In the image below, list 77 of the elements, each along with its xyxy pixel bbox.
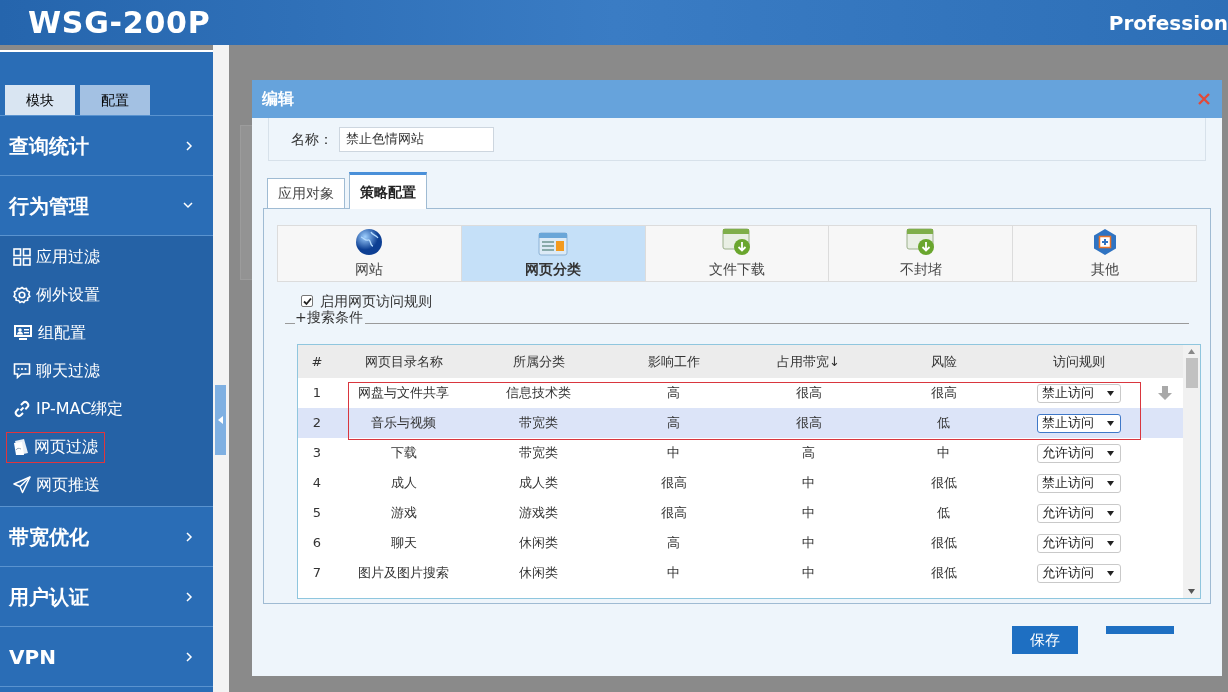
table-cell-text: 高 bbox=[801, 444, 816, 463]
table-cell-text: 5 bbox=[311, 504, 323, 523]
table-cell-text: 很高 bbox=[659, 504, 688, 523]
table-cell-text: 中 bbox=[666, 564, 681, 583]
table-cell-text: 低 bbox=[936, 414, 951, 433]
table-cell-text: 很高 bbox=[794, 384, 823, 403]
table-cell-text: 带宽类 bbox=[518, 444, 559, 463]
table-cell-text: 高 bbox=[666, 384, 681, 403]
rule-dropdown[interactable]: 允许访问 bbox=[1036, 563, 1121, 583]
column-header: 所属分类 bbox=[511, 352, 566, 371]
section-legend[interactable]: +搜索条件 bbox=[295, 309, 365, 325]
table-cell-text: 下载 bbox=[389, 444, 418, 463]
sidebar-tab[interactable]: 模块 bbox=[5, 85, 75, 115]
field-label: 名称： bbox=[291, 129, 333, 149]
table-cell-text: 很低 bbox=[929, 534, 958, 553]
table-cell-text: 中 bbox=[936, 444, 951, 463]
rule-dropdown[interactable]: 允许访问 bbox=[1036, 443, 1121, 463]
table-cell-text: 中 bbox=[666, 444, 681, 463]
column-header: 影响工作 bbox=[646, 352, 701, 371]
name-field[interactable]: 禁止色情网站 bbox=[339, 126, 494, 152]
dialog-title: 编辑 bbox=[262, 88, 294, 110]
product-title: WSG-200P bbox=[27, 4, 211, 42]
table-cell-text: 图片及图片搜索 bbox=[357, 564, 450, 583]
table-cell-text: 游戏类 bbox=[518, 504, 559, 523]
rule-dropdown[interactable]: 禁止访问 bbox=[1036, 383, 1121, 403]
table-cell-text: 很高 bbox=[929, 384, 958, 403]
table-cell-text: 很高 bbox=[794, 414, 823, 433]
table-cell-text: 休闲类 bbox=[518, 534, 559, 553]
table-cell-text: 中 bbox=[801, 564, 816, 583]
table-cell-text: 3 bbox=[311, 444, 323, 463]
table-cell-text: 游戏 bbox=[389, 504, 418, 523]
rule-dropdown[interactable]: 禁止访问 bbox=[1036, 413, 1121, 433]
column-header: 占用带宽↓ bbox=[776, 352, 841, 371]
submenu-item[interactable]: 网页推送 bbox=[6, 469, 107, 501]
column-header: 访问规则 bbox=[1051, 352, 1106, 371]
rule-dropdown[interactable]: 允许访问 bbox=[1036, 503, 1121, 523]
submenu-item[interactable]: 聊天过滤 bbox=[6, 355, 107, 387]
column-header: # bbox=[310, 352, 324, 371]
rule-dropdown[interactable]: 允许访问 bbox=[1036, 533, 1121, 553]
table-cell-text: 很高 bbox=[659, 474, 688, 493]
table-cell-text: 音乐与视频 bbox=[370, 414, 437, 433]
submenu-item[interactable]: IP-MAC绑定 bbox=[6, 393, 131, 425]
submenu-item[interactable]: 例外设置 bbox=[6, 279, 107, 311]
table-cell-text: 6 bbox=[311, 534, 323, 553]
table-cell-text: 4 bbox=[311, 474, 323, 493]
table-row[interactable]: 2 音乐与视频 带宽类 高 很高 低 禁止访问 bbox=[298, 408, 1183, 438]
dialog-tab[interactable]: 应用对象 bbox=[267, 178, 345, 208]
table-cell-text: 高 bbox=[666, 534, 681, 553]
table-cell-text: 很低 bbox=[929, 474, 958, 493]
sidebar-tab[interactable]: 配置 bbox=[80, 85, 150, 115]
column-header: 网页目录名称 bbox=[363, 352, 444, 371]
table-cell-text: 信息技术类 bbox=[505, 384, 572, 403]
table-cell-text: 1 bbox=[311, 384, 323, 403]
column-header: 风险 bbox=[929, 352, 958, 371]
table-cell-text: 中 bbox=[801, 474, 816, 493]
table-cell-text: 成人类 bbox=[518, 474, 559, 493]
submenu-item[interactable]: 组配置 bbox=[6, 317, 93, 349]
submenu-item[interactable]: 网页过滤 bbox=[6, 431, 105, 463]
table-cell-text: 7 bbox=[311, 564, 323, 583]
rule-dropdown[interactable]: 禁止访问 bbox=[1036, 473, 1121, 493]
table-cell-text: 休闲类 bbox=[518, 564, 559, 583]
table-cell-text: 很低 bbox=[929, 564, 958, 583]
table-cell-text: 成人 bbox=[389, 474, 418, 493]
header-text: Profession bbox=[1108, 9, 1228, 37]
table-cell-text: 低 bbox=[936, 504, 951, 523]
submenu-item[interactable]: 应用过滤 bbox=[6, 241, 107, 273]
category-tab[interactable]: 网页分类 bbox=[460, 226, 645, 281]
save-button[interactable]: 保存 bbox=[1012, 626, 1078, 654]
dialog-tab[interactable]: 策略配置 bbox=[349, 172, 427, 209]
table-cell-text: 网盘与文件共享 bbox=[357, 384, 450, 403]
table-cell-text: 带宽类 bbox=[518, 414, 559, 433]
table-cell-text: 高 bbox=[666, 414, 681, 433]
table-cell-text: 2 bbox=[311, 414, 323, 433]
table-cell-text: 中 bbox=[801, 534, 816, 553]
table-cell-text: 聊天 bbox=[389, 534, 418, 553]
checkbox-label: 启用网页访问规则 bbox=[320, 291, 432, 310]
table-cell-text: 中 bbox=[801, 504, 816, 523]
